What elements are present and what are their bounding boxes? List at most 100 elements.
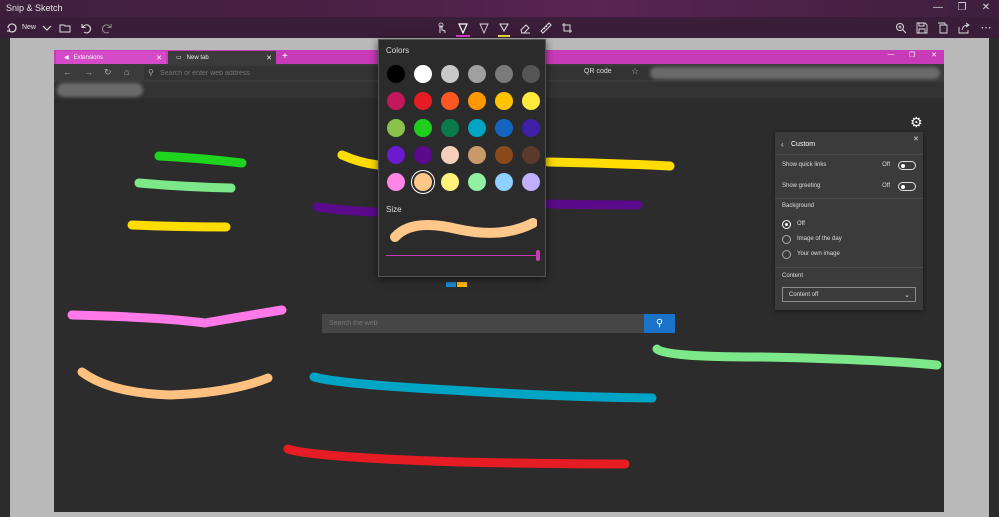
favorite-star-icon[interactable]: ☆ xyxy=(631,66,639,77)
background-option-own-image[interactable]: Your own image xyxy=(782,250,912,260)
back-arrow-icon[interactable]: ← xyxy=(63,67,72,77)
highlighter-button[interactable] xyxy=(498,20,510,35)
browser-close-button[interactable]: ✕ xyxy=(928,51,940,59)
color-swatch[interactable] xyxy=(414,92,432,110)
ruler-button[interactable] xyxy=(540,20,552,35)
color-swatch[interactable] xyxy=(414,119,432,137)
color-swatch[interactable] xyxy=(387,65,405,83)
search-icon: ⚲ xyxy=(148,68,154,77)
share-button[interactable] xyxy=(958,20,970,35)
tab-label: Extensions xyxy=(73,54,103,61)
greeting-label: Show greeting xyxy=(782,183,821,189)
color-swatch[interactable] xyxy=(468,146,486,164)
highlighter-color-indicator xyxy=(498,35,510,37)
background-option-image-of-day[interactable]: Image of the day xyxy=(782,235,912,245)
color-swatch[interactable] xyxy=(441,119,459,137)
greeting-toggle[interactable] xyxy=(898,182,916,191)
close-tab-icon[interactable]: ✕ xyxy=(266,54,272,62)
color-swatch[interactable] xyxy=(387,92,405,110)
radio-selected-icon xyxy=(782,220,791,229)
open-file-button[interactable] xyxy=(59,20,71,35)
color-swatch[interactable] xyxy=(522,92,540,110)
more-icon: ⋯ xyxy=(980,22,992,34)
color-swatch[interactable] xyxy=(468,92,486,110)
color-swatch[interactable] xyxy=(495,173,513,191)
web-search-button[interactable]: ⚲ xyxy=(644,314,675,333)
content-select[interactable]: Content off ⌄ xyxy=(782,287,916,302)
pencil-icon xyxy=(479,23,489,34)
pencil-button[interactable] xyxy=(478,20,490,35)
app-titlebar: Snip & Sketch — ❐ ✕ xyxy=(0,0,999,17)
restore-button[interactable]: ❐ xyxy=(952,2,972,13)
panel-close-icon[interactable]: ✕ xyxy=(913,135,919,143)
color-swatch[interactable] xyxy=(414,146,432,164)
color-swatch[interactable] xyxy=(522,173,540,191)
color-swatch[interactable] xyxy=(495,92,513,110)
touch-writing-button[interactable] xyxy=(436,20,448,35)
ballpoint-pen-icon xyxy=(458,22,468,34)
eraser-button[interactable] xyxy=(519,20,531,35)
close-button[interactable]: ✕ xyxy=(976,2,996,13)
color-swatch[interactable] xyxy=(387,173,405,191)
new-label: New xyxy=(21,24,36,31)
browser-restore-button[interactable]: ❐ xyxy=(906,51,918,59)
new-snip-icon xyxy=(6,22,17,33)
eraser-icon xyxy=(520,23,530,33)
color-swatch[interactable] xyxy=(414,173,432,191)
color-swatch[interactable] xyxy=(495,119,513,137)
color-swatch[interactable] xyxy=(495,146,513,164)
web-search-input[interactable] xyxy=(322,314,644,333)
color-swatch[interactable] xyxy=(522,65,540,83)
new-dropdown-button[interactable] xyxy=(41,20,53,35)
new-snip-button[interactable]: New xyxy=(5,20,37,35)
search-icon: ⚲ xyxy=(655,318,664,329)
crop-button[interactable] xyxy=(561,20,573,35)
more-button[interactable]: ⋯ xyxy=(980,20,992,35)
redo-button[interactable] xyxy=(101,20,113,35)
new-tab-icon: ▭ xyxy=(176,55,182,61)
size-slider-track[interactable] xyxy=(386,255,538,256)
color-swatch[interactable] xyxy=(468,173,486,191)
option-label: Image of the day xyxy=(797,236,842,242)
tab-extensions[interactable]: ◀ Extensions ✕ xyxy=(56,51,166,64)
color-swatch[interactable] xyxy=(387,146,405,164)
quick-links-toggle[interactable] xyxy=(898,161,916,170)
back-chevron-icon[interactable]: ‹ xyxy=(781,140,784,149)
stroke-size-preview xyxy=(390,218,537,242)
color-swatch[interactable] xyxy=(387,119,405,137)
color-swatch[interactable] xyxy=(441,92,459,110)
new-tab-button[interactable]: + xyxy=(282,51,288,62)
ballpoint-pen-button[interactable] xyxy=(457,20,469,35)
undo-button[interactable] xyxy=(80,20,92,35)
color-swatch[interactable] xyxy=(468,65,486,83)
option-label: Off xyxy=(797,221,805,227)
browser-minimize-button[interactable]: — xyxy=(885,51,897,58)
qr-code-button[interactable]: QR code xyxy=(584,68,612,75)
copy-button[interactable] xyxy=(937,20,949,35)
minimize-button[interactable]: — xyxy=(928,2,948,13)
color-swatch[interactable] xyxy=(441,173,459,191)
color-swatch[interactable] xyxy=(495,65,513,83)
forward-arrow-icon[interactable]: → xyxy=(84,67,93,77)
size-slider-thumb[interactable] xyxy=(536,250,540,261)
tab-new-tab[interactable]: ▭ New tab ✕ xyxy=(168,51,276,64)
option-label: Your own image xyxy=(797,251,840,257)
color-swatch[interactable] xyxy=(441,146,459,164)
color-swatch[interactable] xyxy=(441,65,459,83)
tab-label: New tab xyxy=(186,54,209,61)
color-swatch[interactable] xyxy=(522,119,540,137)
save-button[interactable] xyxy=(916,20,928,35)
zoom-button[interactable] xyxy=(895,20,907,35)
page-settings-gear-icon[interactable]: ⚙ xyxy=(910,114,923,131)
radio-icon xyxy=(782,235,791,244)
color-swatch[interactable] xyxy=(522,146,540,164)
color-swatch[interactable] xyxy=(468,119,486,137)
colors-heading: Colors xyxy=(386,46,410,55)
refresh-icon[interactable]: ↻ xyxy=(104,67,112,78)
color-swatch[interactable] xyxy=(414,65,432,83)
extensions-tab-icon: ◀ xyxy=(64,55,69,61)
folder-icon xyxy=(59,24,71,32)
close-tab-icon[interactable]: ✕ xyxy=(156,54,162,62)
home-icon[interactable]: ⌂ xyxy=(124,67,129,77)
background-option-off[interactable]: Off xyxy=(782,220,912,230)
